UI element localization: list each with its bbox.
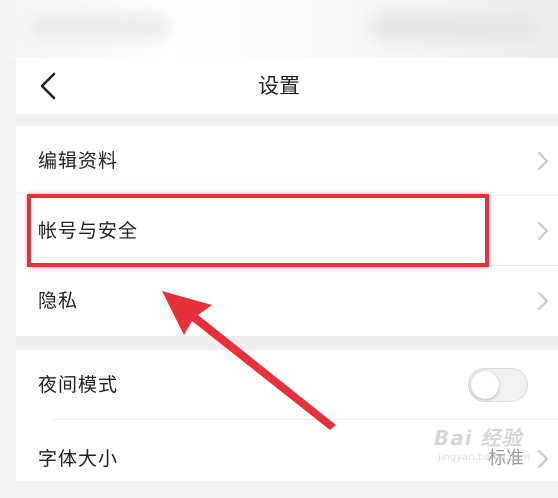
settings-item-edit-profile[interactable]: 编辑资料: [16, 126, 558, 196]
settings-item-label: 编辑资料: [38, 150, 119, 172]
page-title: 设置: [258, 74, 300, 98]
night-mode-toggle[interactable]: [468, 368, 528, 402]
status-bar-blur-left: [30, 14, 170, 40]
font-size-value: 标准: [488, 448, 524, 469]
status-bar: [0, 0, 558, 58]
section-gap: [16, 114, 558, 126]
status-bar-blur-right: [370, 12, 540, 42]
chevron-right-icon: [538, 292, 548, 310]
toggle-knob: [471, 371, 499, 399]
settings-item-label: 夜间模式: [38, 374, 119, 396]
chevron-right-icon: [538, 152, 548, 170]
settings-item-label: 字体大小: [38, 448, 119, 470]
highlight-annotation-box: [27, 194, 489, 267]
chevron-right-icon: [538, 222, 548, 240]
navigation-bar: 设置: [16, 58, 558, 114]
annotation-arrow: [162, 291, 336, 430]
settings-item-label: 隐私: [38, 290, 79, 312]
chevron-right-icon: [538, 450, 548, 468]
